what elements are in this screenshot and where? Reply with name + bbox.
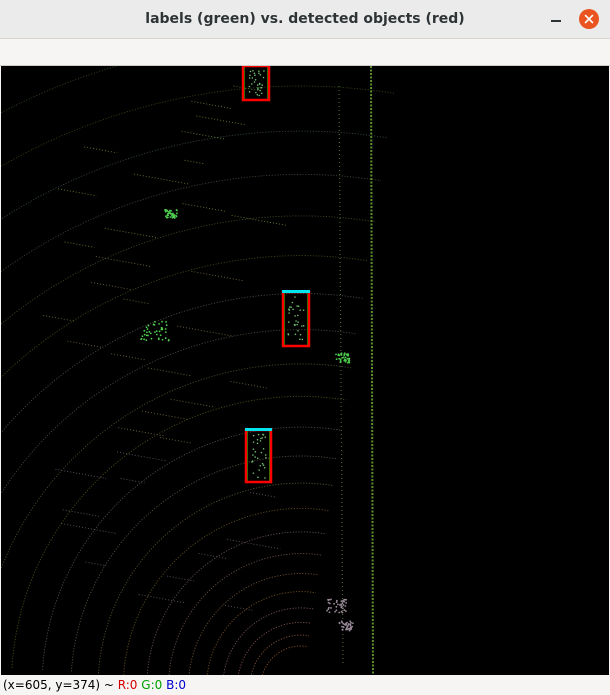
- status-bar: (x=605, y=374) ~ R:0 G:0 B:0: [0, 675, 610, 695]
- image-view[interactable]: [1, 66, 609, 675]
- minimize-icon: [551, 20, 561, 22]
- app-window: labels (green) vs. detected objects (red…: [0, 0, 610, 695]
- vegetation-cluster: [164, 208, 178, 219]
- vegetation-cluster: [335, 352, 351, 364]
- point-streaks: [42, 85, 287, 611]
- title-bar[interactable]: labels (green) vs. detected objects (red…: [0, 0, 610, 39]
- curb-line: [370, 66, 374, 675]
- status-red-value: R:0: [117, 678, 138, 692]
- vegetation-cluster: [140, 320, 170, 342]
- status-green-value: G:0: [141, 678, 163, 692]
- close-icon: [584, 14, 594, 24]
- status-blue-value: B:0: [166, 678, 187, 692]
- toolbar: [0, 39, 610, 66]
- close-button[interactable]: [579, 9, 599, 29]
- minimize-button[interactable]: [546, 9, 566, 29]
- point-cloud-bev: [1, 66, 395, 675]
- vegetation-cluster: [326, 598, 348, 614]
- lidar-rings: [1, 66, 395, 675]
- window-title: labels (green) vs. detected objects (red…: [145, 11, 465, 27]
- roadside-points: [338, 85, 344, 667]
- status-coordinates: (x=605, y=374) ~: [3, 678, 118, 692]
- vegetation-cluster: [338, 620, 354, 632]
- vehicle-box-1: [241, 66, 271, 102]
- vehicle-box-2: [281, 290, 311, 348]
- vehicle-box-3: [244, 428, 273, 484]
